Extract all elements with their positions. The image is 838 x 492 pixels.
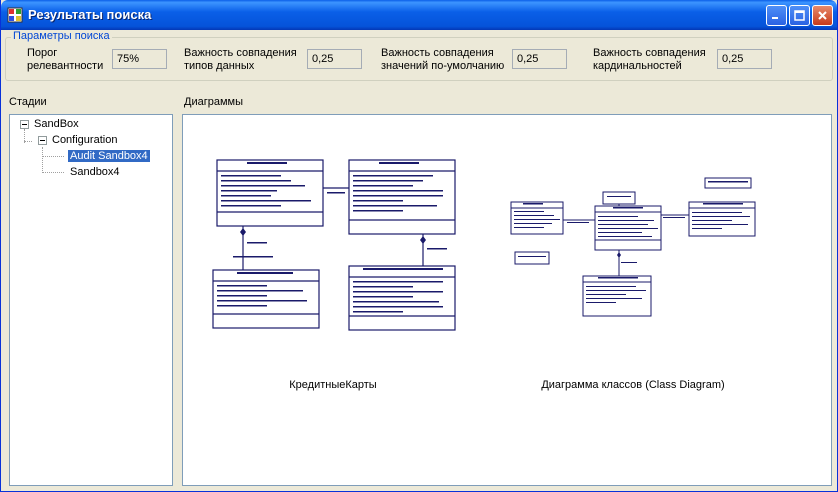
- tree-node-audit-sandbox4[interactable]: Audit Sandbox4: [68, 148, 150, 164]
- tree-node-configuration[interactable]: Configuration: [52, 132, 117, 148]
- tree-node-sandbox4[interactable]: Sandbox4: [70, 164, 120, 180]
- relevance-label-line2: релевантности: [27, 60, 104, 72]
- types-label-line1: Важность совпадения: [184, 47, 297, 59]
- tree-node-sandbox[interactable]: SandBox: [34, 116, 79, 132]
- maximize-button[interactable]: [789, 5, 810, 26]
- stages-label: Стадии: [9, 96, 47, 108]
- defaults-importance-field[interactable]: 0,25: [512, 49, 567, 69]
- relevance-field[interactable]: 75%: [112, 49, 167, 69]
- maximize-icon: [794, 10, 805, 21]
- collapse-sandbox-icon[interactable]: [20, 120, 29, 129]
- tree-node-sandbox4-label: Sandbox4: [70, 166, 120, 178]
- credit-cards-diagram-caption: КредитныеКарты: [289, 379, 377, 391]
- minimize-button[interactable]: [766, 5, 787, 26]
- tree-node-sandbox-label: SandBox: [34, 118, 79, 130]
- collapse-configuration-icon[interactable]: [38, 136, 47, 145]
- cardinality-label-line2: кардинальностей: [593, 60, 682, 72]
- close-icon: [818, 11, 827, 20]
- types-importance-field[interactable]: 0,25: [307, 49, 362, 69]
- diagrams-label: Диаграммы: [184, 96, 243, 108]
- types-label-line2: типов данных: [184, 60, 255, 72]
- tree-node-audit-sandbox4-label: Audit Sandbox4: [68, 150, 150, 162]
- class-diagram-thumbnail[interactable]: [503, 170, 763, 330]
- app-icon: [7, 7, 23, 23]
- defaults-label-line2: значений по-умолчанию: [381, 60, 505, 72]
- defaults-label-line1: Важность совпадения: [381, 47, 494, 59]
- stages-tree[interactable]: SandBox Configuration Audit Sandbox4 San…: [9, 114, 173, 486]
- tree-node-configuration-label: Configuration: [52, 134, 118, 146]
- search-params-label: Параметры поиска: [11, 30, 112, 42]
- search-results-window: Результаты поиска Параметры поиска Порог…: [0, 0, 838, 492]
- credit-cards-diagram-thumbnail[interactable]: [203, 150, 463, 340]
- window-title: Результаты поиска: [28, 7, 152, 22]
- close-button[interactable]: [812, 5, 833, 26]
- title-bar[interactable]: Результаты поиска: [1, 0, 837, 30]
- minimize-icon: [772, 17, 778, 19]
- cardinality-importance-field[interactable]: 0,25: [717, 49, 772, 69]
- diagrams-panel[interactable]: КредитныеКарты Диаграмма классов (Class …: [182, 114, 832, 486]
- class-diagram-caption: Диаграмма классов (Class Diagram): [541, 379, 725, 391]
- relevance-label-line1: Порог: [27, 47, 58, 59]
- cardinality-label-line1: Важность совпадения: [593, 47, 706, 59]
